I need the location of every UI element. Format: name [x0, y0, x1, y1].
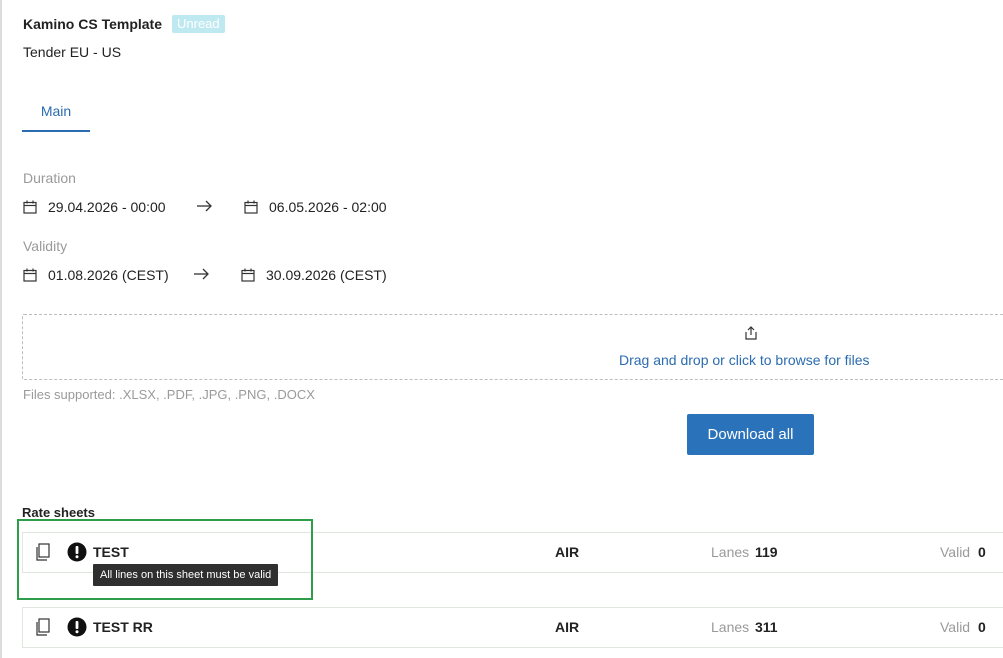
- valid-count: 0: [978, 544, 986, 560]
- tender-subtitle: Tender EU - US: [23, 44, 122, 60]
- valid-label: Valid: [940, 619, 971, 635]
- upload-icon: [745, 326, 757, 340]
- sheet-mode: AIR: [555, 544, 580, 560]
- lanes-count: 119: [755, 544, 778, 560]
- unread-badge: Unread: [172, 15, 225, 33]
- lanes-label: Lanes: [711, 619, 750, 635]
- left-border: [0, 0, 2, 658]
- validity-label: Validity: [23, 238, 68, 254]
- warning-icon[interactable]: [67, 617, 87, 637]
- valid-label: Valid: [940, 544, 971, 560]
- validity-end-value: 30.09.2026 (CEST): [266, 267, 387, 283]
- page: Kamino CS Template Unread Tender EU - US…: [0, 0, 1003, 658]
- lanes-count: 311: [755, 619, 778, 635]
- download-all-button[interactable]: Download all: [687, 414, 814, 455]
- template-title: Kamino CS Template: [23, 16, 162, 32]
- calendar-icon: [241, 268, 255, 282]
- copy-document-icon[interactable]: [35, 618, 51, 636]
- copy-document-icon[interactable]: [35, 543, 51, 561]
- validity-end[interactable]: 30.09.2026 (CEST): [241, 267, 387, 283]
- tab-main[interactable]: Main: [22, 100, 90, 132]
- valid-count: 0: [978, 619, 986, 635]
- duration-end[interactable]: 06.05.2026 - 02:00: [244, 199, 387, 215]
- validity-start[interactable]: 01.08.2026 (CEST): [23, 267, 169, 283]
- sheet-mode: AIR: [555, 619, 580, 635]
- warning-icon[interactable]: [67, 542, 87, 562]
- lanes-label: Lanes: [711, 544, 750, 560]
- sheet-name[interactable]: TEST: [93, 544, 129, 560]
- duration-label: Duration: [23, 170, 76, 186]
- duration-start-value: 29.04.2026 - 00:00: [48, 199, 166, 215]
- arrow-right-icon: [194, 268, 209, 280]
- duration-start[interactable]: 29.04.2026 - 00:00: [23, 199, 166, 215]
- title-row: Kamino CS Template Unread: [23, 15, 225, 33]
- calendar-icon: [23, 200, 37, 214]
- rate-sheet-row[interactable]: TEST RR AIR Lanes 311 Valid 0: [22, 607, 1003, 648]
- file-dropzone[interactable]: [22, 314, 1003, 380]
- duration-end-value: 06.05.2026 - 02:00: [269, 199, 387, 215]
- rate-sheets-title: Rate sheets: [22, 505, 95, 520]
- calendar-icon: [23, 268, 37, 282]
- validity-start-value: 01.08.2026 (CEST): [48, 267, 169, 283]
- files-supported-note: Files supported: .XLSX, .PDF, .JPG, .PNG…: [23, 387, 315, 402]
- validation-tooltip: All lines on this sheet must be valid: [93, 564, 279, 586]
- calendar-icon: [244, 200, 258, 214]
- arrow-right-icon: [197, 200, 212, 212]
- dropzone-text[interactable]: Drag and drop or click to browse for fil…: [619, 352, 870, 368]
- sheet-name[interactable]: TEST RR: [93, 619, 153, 635]
